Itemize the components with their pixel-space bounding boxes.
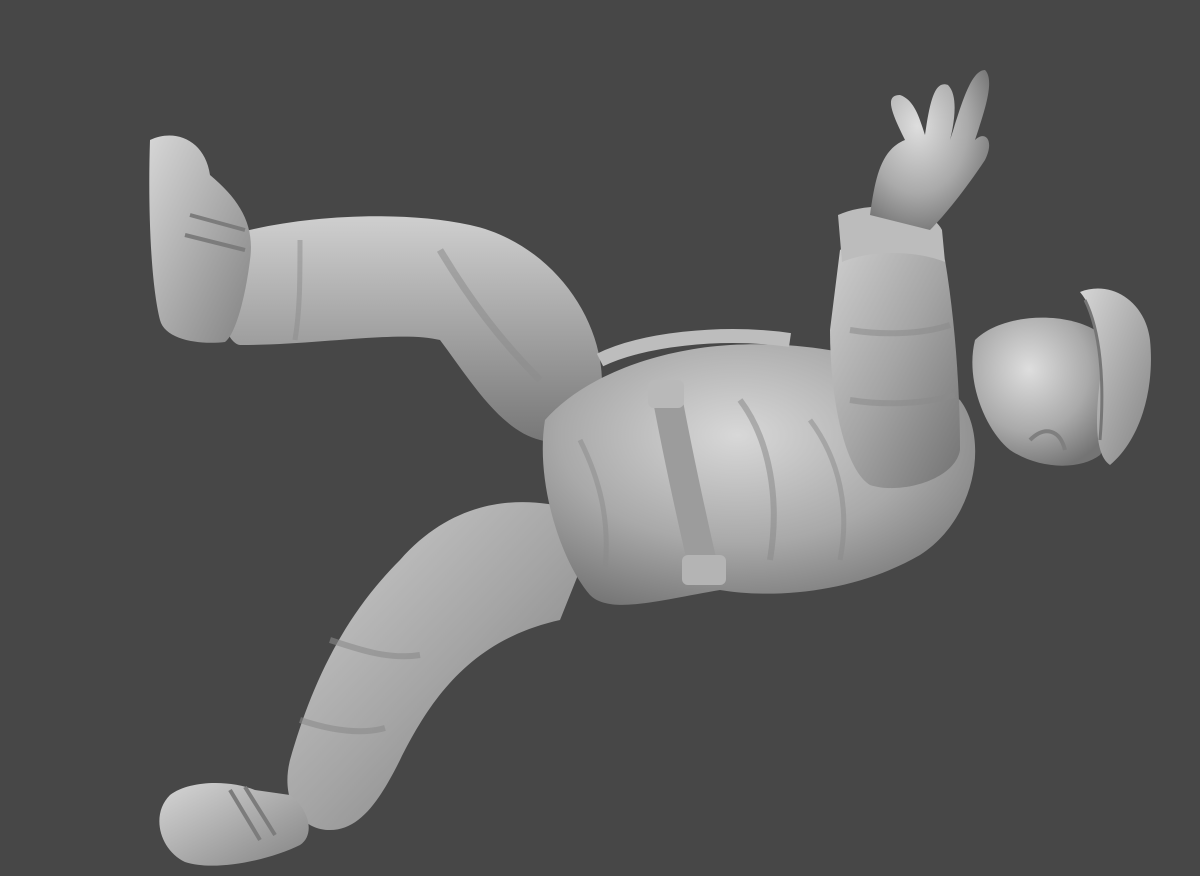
lower-leg [287,502,600,830]
head [972,317,1115,466]
open-hand [870,70,990,230]
lower-boot [159,783,309,866]
raised-arm [830,206,960,489]
upper-boot [149,135,251,343]
3d-viewport[interactable] [0,0,1200,876]
upper-leg [219,216,602,442]
sculpt-model-render[interactable] [0,0,1200,876]
